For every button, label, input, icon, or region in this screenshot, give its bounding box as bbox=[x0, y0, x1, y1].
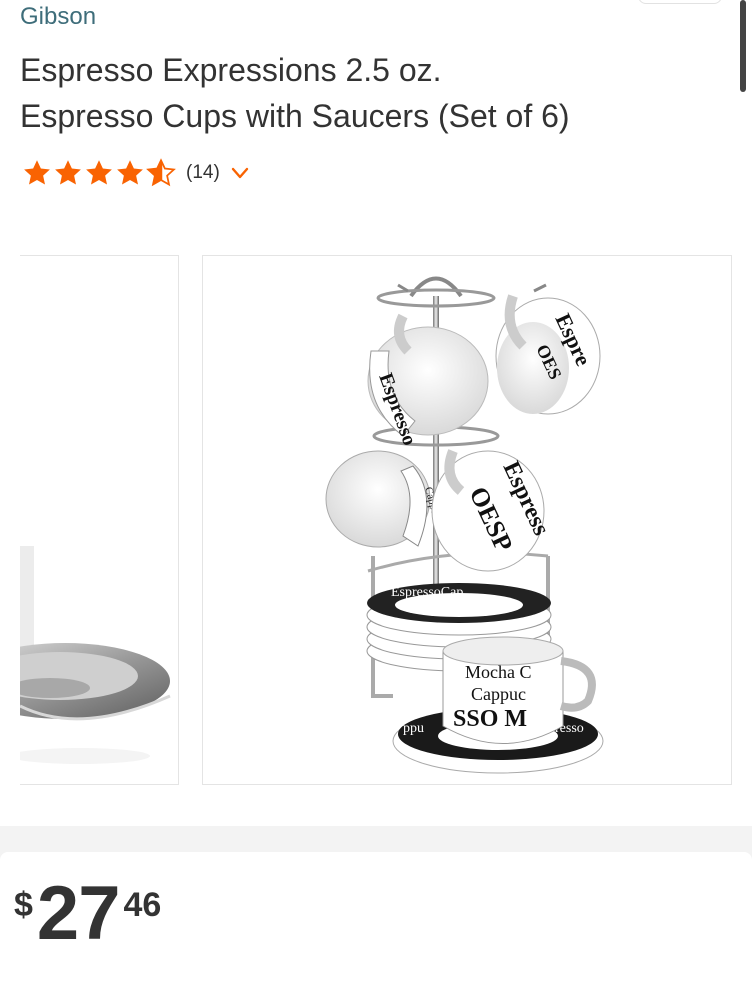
chevron-down-icon[interactable] bbox=[230, 163, 250, 183]
saucer-cup-image bbox=[20, 256, 178, 784]
star-rating bbox=[22, 158, 176, 188]
svg-text:ppu: ppu bbox=[403, 721, 424, 736]
product-image-main[interactable]: Espresso Espre OES Cappuccino Espress OE… bbox=[202, 255, 732, 785]
review-count[interactable]: (14) bbox=[186, 162, 220, 184]
star-full-icon bbox=[22, 158, 52, 188]
brand-link[interactable]: Gibson bbox=[20, 3, 96, 31]
price-currency: $ bbox=[14, 886, 33, 924]
star-full-icon bbox=[53, 158, 83, 188]
rating-summary[interactable]: (14) bbox=[22, 156, 250, 190]
top-tab[interactable] bbox=[638, 0, 722, 4]
svg-text:Cappuc: Cappuc bbox=[471, 684, 526, 704]
svg-text:SSO M: SSO M bbox=[453, 706, 527, 732]
star-full-icon bbox=[84, 158, 114, 188]
star-full-icon bbox=[115, 158, 145, 188]
star-half-icon bbox=[146, 158, 176, 188]
product-title: Espresso Expressions 2.5 oz. Espresso Cu… bbox=[20, 47, 700, 139]
price-cents: 46 bbox=[123, 886, 162, 924]
product-title-line-1: Espresso Expressions 2.5 oz. bbox=[20, 52, 442, 88]
svg-text:Mocha C: Mocha C bbox=[465, 662, 532, 682]
svg-text:EspressoCap: EspressoCap bbox=[391, 585, 463, 600]
product-image-previous[interactable] bbox=[20, 255, 179, 785]
price: $ 27 46 bbox=[14, 876, 161, 952]
price-dollars: 27 bbox=[36, 871, 121, 956]
espresso-set-image: Espresso Espre OES Cappuccino Espress OE… bbox=[203, 256, 731, 784]
scrollbar-thumb[interactable] bbox=[740, 0, 746, 92]
product-title-line-2: Espresso Cups with Saucers (Set of 6) bbox=[20, 98, 570, 134]
